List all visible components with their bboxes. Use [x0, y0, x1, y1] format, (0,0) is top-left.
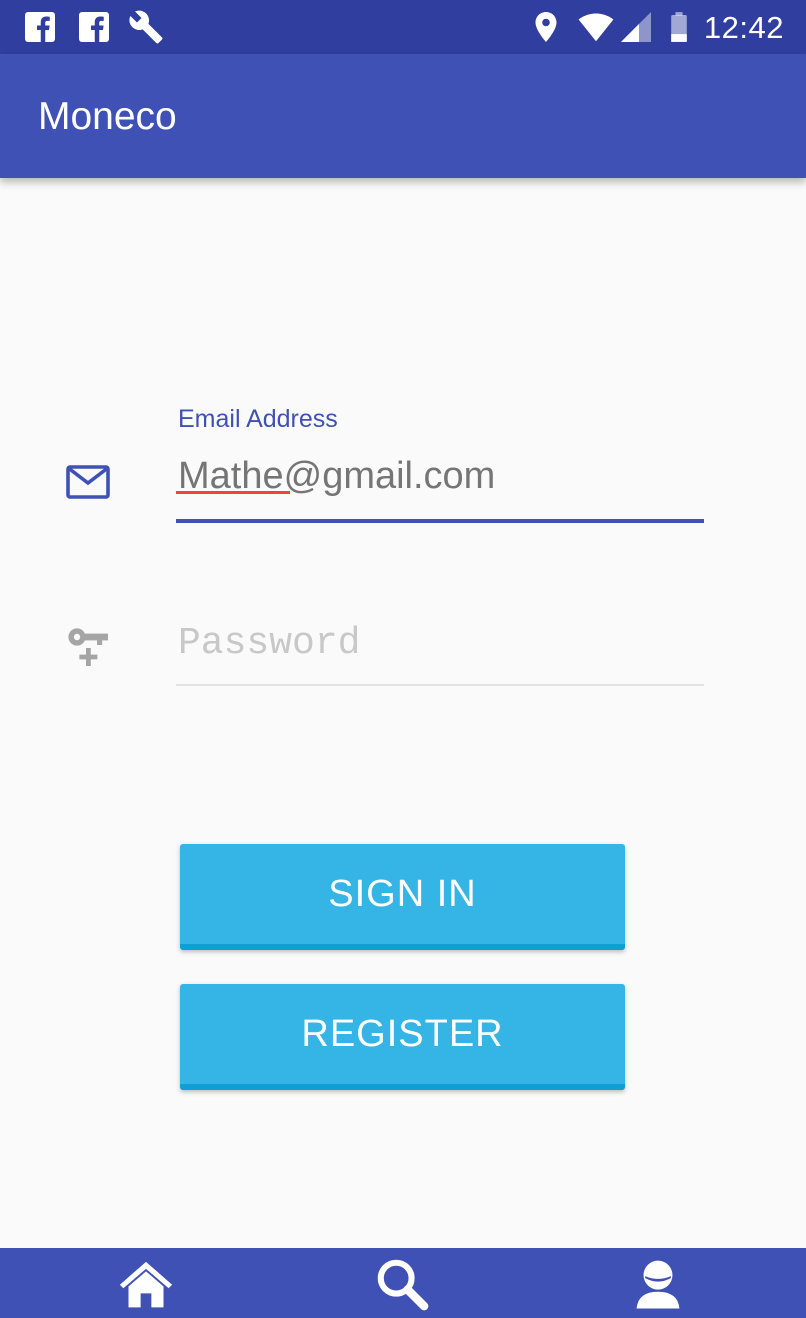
app-bar: Moneco: [0, 54, 806, 178]
wrench-icon: [128, 9, 164, 45]
register-button[interactable]: REGISTER: [180, 984, 625, 1090]
bottom-navigation: [0, 1248, 806, 1318]
facebook-icon: [22, 9, 58, 45]
cell-signal-icon: [618, 9, 654, 45]
search-icon[interactable]: [374, 1256, 430, 1312]
spell-check-underline: [176, 491, 290, 494]
key-add-icon: [64, 622, 112, 670]
envelope-icon: [64, 458, 112, 506]
email-label: Email Address: [178, 405, 338, 433]
facebook-icon: [76, 9, 112, 45]
email-field[interactable]: [176, 445, 704, 523]
status-time: 12:42: [703, 10, 784, 45]
sign-in-button[interactable]: SIGN IN: [180, 844, 625, 950]
battery-icon: [662, 9, 696, 45]
wifi-icon: [576, 9, 616, 45]
app-title: Moneco: [38, 95, 177, 138]
location-icon: [528, 9, 564, 45]
password-input[interactable]: [178, 618, 698, 668]
home-icon[interactable]: [118, 1256, 174, 1312]
password-field[interactable]: [176, 612, 704, 686]
status-bar: 12:42: [0, 0, 806, 54]
profile-icon[interactable]: [630, 1256, 686, 1312]
